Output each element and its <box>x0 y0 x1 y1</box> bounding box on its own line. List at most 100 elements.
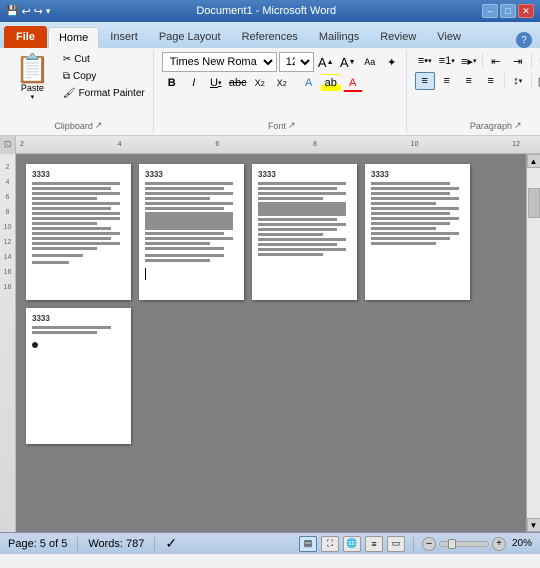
tab-home[interactable]: Home <box>48 27 99 49</box>
page-1-number: 3333 <box>32 170 125 179</box>
shading-button[interactable]: ▥▾ <box>535 72 540 90</box>
tab-file[interactable]: File <box>4 26 47 48</box>
tab-mailings[interactable]: Mailings <box>309 26 369 48</box>
scissors-icon: ✂ <box>63 54 71 65</box>
full-screen-button[interactable]: ⛶ <box>321 536 339 552</box>
proofing-icon[interactable]: ✓ <box>165 535 177 552</box>
line-spacing-button[interactable]: ↕▾ <box>508 72 528 90</box>
cut-button[interactable]: ✂ Cut <box>59 52 149 67</box>
clipboard-expand-icon[interactable]: ↗ <box>95 120 103 131</box>
outline-button[interactable]: ≡ <box>365 536 383 552</box>
page-5: 3333 <box>26 308 131 444</box>
redo-icon[interactable]: ↪ <box>34 5 43 18</box>
undo-icon[interactable]: ↩ <box>21 5 30 18</box>
document-area[interactable]: 3333 3333 <box>16 154 526 532</box>
clipboard-icons: ✂ Cut ⧉ Copy 🖌 Format Painter <box>59 52 149 101</box>
paragraph-expand-icon[interactable]: ↗ <box>514 120 522 131</box>
tab-references[interactable]: References <box>232 26 308 48</box>
close-button[interactable]: ✕ <box>518 4 534 18</box>
text-cursor <box>145 268 146 280</box>
save-icon[interactable]: 💾 <box>6 6 18 17</box>
print-layout-button[interactable]: ▤ <box>299 536 317 552</box>
status-right: ▤ ⛶ 🌐 ≡ ▭ – + 20% <box>299 536 532 552</box>
scroll-down-button[interactable]: ▼ <box>527 518 540 532</box>
format-painter-button[interactable]: 🖌 Format Painter <box>59 86 149 101</box>
font-color-button[interactable]: A <box>343 74 363 92</box>
word-count: Words: 787 <box>88 538 144 550</box>
page-2-content <box>145 182 238 306</box>
status-bar: Page: 5 of 5 Words: 787 ✓ ▤ ⛶ 🌐 ≡ ▭ – + … <box>0 532 540 554</box>
web-layout-button[interactable]: 🌐 <box>343 536 361 552</box>
page-1: 3333 <box>26 164 131 300</box>
highlight-button[interactable]: ab <box>321 74 341 92</box>
quick-access-toolbar: 💾 ↩ ↪ ▾ <box>6 5 50 18</box>
title-bar: 💾 ↩ ↪ ▾ Document1 - Microsoft Word – □ ✕ <box>0 0 540 22</box>
scroll-thumb[interactable] <box>528 188 540 218</box>
font-expand-icon[interactable]: ↗ <box>288 120 296 131</box>
page-5-content <box>32 326 125 450</box>
sort-button[interactable]: ↕A <box>535 52 540 70</box>
page-1-content <box>32 182 125 306</box>
tab-review[interactable]: Review <box>370 26 426 48</box>
copy-button[interactable]: ⧉ Copy <box>59 69 149 84</box>
ribbon-content: 📋 Paste ▾ ✂ Cut ⧉ Copy 🖌 Format Painter <box>0 48 540 136</box>
italic-button[interactable]: I <box>184 74 204 92</box>
minimize-button[interactable]: – <box>482 4 498 18</box>
scroll-up-button[interactable]: ▲ <box>527 154 540 168</box>
vertical-ruler: 2 4 6 8 10 12 14 16 18 <box>0 154 16 532</box>
increase-indent-button[interactable]: ⇥ <box>508 52 528 70</box>
horizontal-ruler: ⊡ 2 4 6 8 10 12 <box>0 136 540 154</box>
decrease-indent-button[interactable]: ⇤ <box>486 52 506 70</box>
status-separator-3 <box>413 537 414 551</box>
paste-button[interactable]: 📋 Paste ▾ <box>8 52 57 104</box>
subscript-button[interactable]: X2 <box>250 74 270 92</box>
zoom-slider[interactable] <box>439 541 489 547</box>
bullets-button[interactable]: ≡•▾ <box>415 52 435 70</box>
zoom-slider-thumb[interactable] <box>448 539 456 549</box>
paragraph-group: ≡•▾ ≡1▾ ≡▸▾ ⇤ ⇥ ↕A ¶ ≡ ≡ ≡ ≡ ↕▾ ▥▾ ⊞▾ <box>411 50 540 133</box>
justify-button[interactable]: ≡ <box>481 72 501 90</box>
draft-button[interactable]: ▭ <box>387 536 405 552</box>
vertical-scrollbar[interactable]: ▲ ▼ <box>526 154 540 532</box>
page-4-content <box>371 182 464 306</box>
change-case-button[interactable]: Aa <box>360 53 380 71</box>
strikethrough-button[interactable]: abc <box>228 74 248 92</box>
window-controls: – □ ✕ <box>482 4 534 18</box>
paste-label: Paste <box>21 83 44 93</box>
underline-button[interactable]: U▾ <box>206 74 226 92</box>
tab-page-layout[interactable]: Page Layout <box>149 26 231 48</box>
bold-button[interactable]: B <box>162 74 182 92</box>
zoom-out-button[interactable]: – <box>422 537 436 551</box>
zoom-in-button[interactable]: + <box>492 537 506 551</box>
page-3: 3333 <box>252 164 357 300</box>
ruler-marks: 2 4 6 8 10 12 <box>16 141 524 148</box>
page-info: Page: 5 of 5 <box>8 538 67 550</box>
scroll-track[interactable] <box>528 168 540 518</box>
page-5-number: 3333 <box>32 314 125 323</box>
grow-font-button[interactable]: A▲ <box>316 53 336 71</box>
text-effects-button[interactable]: A <box>299 74 319 92</box>
shrink-font-button[interactable]: A▼ <box>338 53 358 71</box>
window-title: Document1 - Microsoft Word <box>50 5 482 17</box>
align-right-button[interactable]: ≡ <box>459 72 479 90</box>
font-family-select[interactable]: Times New Roman <box>162 52 277 72</box>
font-size-select[interactable]: 12 <box>279 52 314 72</box>
tab-view[interactable]: View <box>427 26 471 48</box>
superscript-button[interactable]: X2 <box>272 74 292 92</box>
help-icon[interactable]: ? <box>516 32 532 48</box>
align-center-button[interactable]: ≡ <box>437 72 457 90</box>
font-group-label: Font ↗ <box>268 118 296 131</box>
clipboard-group: 📋 Paste ▾ ✂ Cut ⧉ Copy 🖌 Format Painter <box>4 50 154 133</box>
ruler-corner[interactable]: ⊡ <box>0 136 16 154</box>
maximize-button[interactable]: □ <box>500 4 516 18</box>
clipboard-group-label: Clipboard ↗ <box>54 118 102 131</box>
numbering-button[interactable]: ≡1▾ <box>437 52 457 70</box>
align-left-button[interactable]: ≡ <box>415 72 435 90</box>
page-4-number: 3333 <box>371 170 464 179</box>
multilevel-list-button[interactable]: ≡▸▾ <box>459 52 479 70</box>
page-4: 3333 <box>365 164 470 300</box>
tab-insert[interactable]: Insert <box>100 26 148 48</box>
status-separator-1 <box>77 537 78 551</box>
clear-formatting-button[interactable]: ✦ <box>382 53 402 71</box>
ribbon-tabs: File Home Insert Page Layout References … <box>0 22 540 48</box>
